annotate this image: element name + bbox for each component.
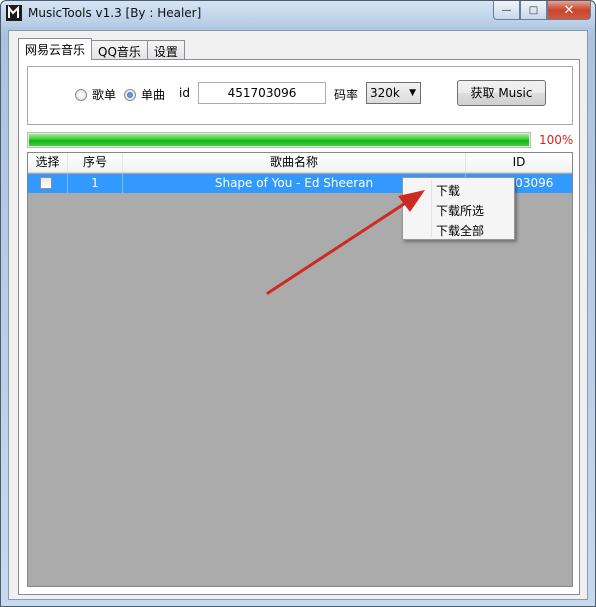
radio-playlist[interactable]: [75, 89, 87, 101]
col-index[interactable]: 序号: [68, 153, 123, 173]
col-select[interactable]: 选择: [28, 153, 68, 173]
maximize-icon: □: [528, 4, 539, 16]
tab-netease[interactable]: 网易云音乐: [18, 38, 93, 60]
context-menu: 下载 下载所选 下载全部: [402, 177, 515, 240]
id-label: id: [179, 86, 190, 100]
id-input[interactable]: [198, 82, 326, 104]
row-index: 1: [68, 174, 123, 193]
window-controls: — □ ✕: [493, 1, 591, 20]
col-id[interactable]: ID: [466, 153, 572, 173]
bitrate-label: 码率: [334, 88, 359, 102]
col-song-name[interactable]: 歌曲名称: [123, 153, 466, 173]
tab-page-netease: 歌单 单曲 id 码率 320k ▼ 获取 Music 100% 选择 序号: [18, 59, 580, 595]
client-area: 网易云音乐 QQ音乐 设置 歌单 单曲 id 码率 320k ▼ 获取 Musi…: [8, 30, 588, 600]
progress-fill: [29, 134, 529, 146]
radio-playlist-label[interactable]: 歌单: [92, 86, 116, 103]
tab-qq-music[interactable]: QQ音乐: [91, 40, 148, 60]
bitrate-value: 320k: [370, 86, 400, 100]
chevron-down-icon: ▼: [409, 88, 416, 98]
title-bar[interactable]: MusicTools v1.3 [By : Healer] — □ ✕: [1, 1, 595, 27]
app-logo-icon: [6, 5, 22, 21]
progress-percent: 100%: [539, 133, 574, 147]
maximize-button[interactable]: □: [520, 1, 547, 20]
minimize-icon: —: [501, 4, 512, 16]
radio-single[interactable]: [124, 89, 136, 101]
tab-strip: 网易云音乐 QQ音乐 设置: [18, 38, 185, 60]
row-checkbox[interactable]: [40, 177, 52, 189]
menu-item-download-all[interactable]: 下载全部: [436, 222, 484, 239]
row-select-cell: [28, 174, 68, 193]
menu-item-download[interactable]: 下载: [436, 182, 460, 199]
close-button[interactable]: ✕: [547, 1, 591, 20]
progress-bar: [27, 132, 531, 148]
list-header: 选择 序号 歌曲名称 ID: [28, 153, 572, 173]
bitrate-select[interactable]: 320k ▼: [366, 82, 421, 104]
close-icon: ✕: [563, 2, 575, 18]
radio-single-label[interactable]: 单曲: [141, 86, 165, 103]
menu-gutter: [431, 180, 432, 237]
window-title: MusicTools v1.3 [By : Healer]: [28, 6, 202, 20]
tab-settings[interactable]: 设置: [146, 40, 185, 60]
fetch-music-button[interactable]: 获取 Music: [457, 80, 546, 106]
menu-item-download-selected[interactable]: 下载所选: [436, 202, 484, 219]
query-options-group: 歌单 单曲 id 码率 320k ▼ 获取 Music: [27, 66, 573, 125]
app-window: MusicTools v1.3 [By : Healer] — □ ✕ 网易云音…: [0, 0, 596, 607]
minimize-button[interactable]: —: [493, 1, 520, 20]
